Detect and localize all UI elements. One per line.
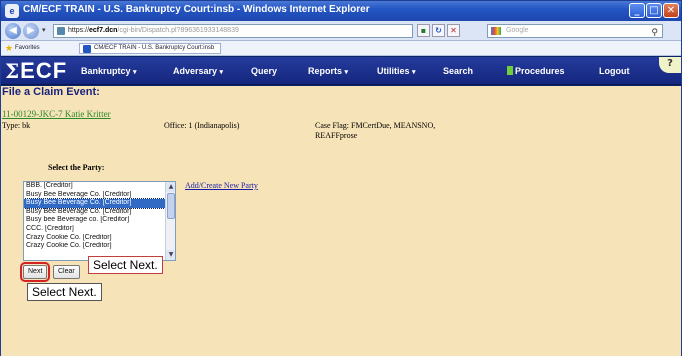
ecf-menu-bar: ΣECF Bankruptcy ▾ Adversary ▾ Query Repo… [1, 57, 681, 85]
procedures-icon [507, 66, 513, 75]
menu-procedures-label: Procedures [515, 66, 565, 76]
back-button[interactable]: ◀ [5, 23, 21, 39]
menu-procedures[interactable]: Procedures [507, 66, 565, 76]
url-scheme: https:// [68, 27, 90, 34]
party-option[interactable]: CCC. [Creditor] [24, 225, 165, 234]
favorites-bar: ★ Favorites CM/ECF TRAIN - U.S. Bankrupt… [1, 41, 681, 56]
menu-adversary-label: Adversary [173, 66, 218, 76]
search-placeholder: Google [506, 27, 529, 34]
address-toolbar: ◀ ▶ ▾ https://ecf7.dcn/cgi-bin/Dispatch.… [1, 21, 681, 41]
security-lock-icon[interactable]: ▪ [417, 24, 430, 37]
chevron-down-icon: ▾ [219, 69, 224, 76]
party-option[interactable]: Crazy Cookie Co. [Creditor] [24, 242, 165, 251]
browser-window: e CM/ECF TRAIN - U.S. Bankruptcy Court:i… [0, 0, 682, 356]
ie-logo-icon: e [5, 4, 19, 18]
address-actions: ▪ ↻ ✕ [417, 24, 460, 37]
menu-query[interactable]: Query [251, 66, 277, 76]
maximize-button[interactable]: □ [646, 3, 662, 18]
url-host: ecf7.dcn [89, 27, 118, 34]
address-input[interactable]: https://ecf7.dcn/cgi-bin/Dispatch.pl?896… [53, 24, 413, 38]
party-option[interactable]: BBB. [Creditor] [24, 182, 165, 191]
recent-pages-dropdown-icon[interactable]: ▾ [42, 26, 46, 34]
page-title: File a Claim Event: [2, 86, 100, 98]
case-type: Type: bk [2, 121, 31, 130]
party-option[interactable]: Busy Bee Beverage Co. [Creditor] [24, 208, 165, 217]
minimize-button[interactable]: _ [629, 3, 645, 18]
tab-favicon-icon [83, 45, 91, 53]
scroll-up-icon[interactable]: ▲ [166, 182, 175, 192]
menu-reports[interactable]: Reports ▾ [308, 66, 348, 76]
search-go-icon[interactable]: ⚲ [651, 28, 658, 38]
menu-reports-label: Reports [308, 66, 343, 76]
page-content: File a Claim Event: 11-00129-JKC-7 Katie… [1, 86, 681, 356]
chevron-down-icon: ▾ [344, 69, 349, 76]
add-create-party-link[interactable]: Add/Create New Party [185, 181, 258, 190]
menu-adversary[interactable]: Adversary ▾ [173, 66, 223, 76]
refresh-icon[interactable]: ↻ [432, 24, 445, 37]
help-icon[interactable]: ? [659, 57, 681, 73]
browser-tab[interactable]: CM/ECF TRAIN - U.S. Bankruptcy Court:ins… [79, 43, 222, 54]
scroll-thumb[interactable] [167, 193, 175, 219]
case-office: Office: 1 (Indianapolis) [164, 121, 240, 130]
party-option[interactable]: Busy Bee Beverage Co. [Creditor] [24, 191, 165, 200]
search-input[interactable]: Google ⚲ [487, 24, 663, 38]
ecf-logo-text: ECF [20, 58, 68, 83]
ecf-logo-symbol: Σ [5, 59, 21, 83]
menu-bankruptcy[interactable]: Bankruptcy ▾ [81, 66, 137, 76]
title-bar: e CM/ECF TRAIN - U.S. Bankruptcy Court:i… [1, 1, 681, 21]
instruction-callout: Select Next. [88, 256, 163, 274]
page-icon [57, 27, 65, 35]
case-number-link[interactable]: 11-00129-JKC-7 Katie Kritter [2, 109, 111, 119]
menu-bankruptcy-label: Bankruptcy [81, 66, 131, 76]
window-title: CM/ECF TRAIN - U.S. Bankruptcy Court:ins… [23, 4, 370, 15]
party-option[interactable]: Crazy Cookie Co. [Creditor] [24, 234, 165, 243]
clear-button[interactable]: Clear [53, 265, 80, 279]
close-button[interactable]: ✕ [663, 3, 679, 18]
menu-logout[interactable]: Logout [599, 66, 630, 76]
select-party-label: Select the Party: [48, 163, 105, 172]
ecf-logo[interactable]: ΣECF [5, 58, 68, 84]
window-controls: _ □ ✕ [629, 3, 679, 18]
next-button[interactable]: Next [19, 262, 51, 282]
url-path: /cgi-bin/Dispatch.pl?896361933148839 [117, 27, 239, 34]
forward-button[interactable]: ▶ [23, 23, 39, 39]
google-icon [491, 27, 501, 35]
party-select-list[interactable]: BBB. [Creditor] Busy Bee Beverage Co. [C… [23, 181, 176, 261]
party-list-scrollbar[interactable]: ▲ ▼ [165, 182, 175, 260]
tab-title: CM/ECF TRAIN - U.S. Bankruptcy Court:ins… [94, 45, 215, 51]
menu-utilities[interactable]: Utilities ▾ [377, 66, 416, 76]
favorites-star-icon[interactable]: ★ [5, 43, 13, 54]
instruction-callout: Select Next. [27, 283, 102, 301]
party-option-selected[interactable]: Busy Bee Beverage Co. [Creditor] [24, 198, 166, 209]
favorites-button[interactable]: Favorites [15, 45, 40, 51]
stop-icon[interactable]: ✕ [447, 24, 460, 37]
scroll-down-icon[interactable]: ▼ [166, 250, 175, 260]
menu-utilities-label: Utilities [377, 66, 410, 76]
menu-search[interactable]: Search [443, 66, 473, 76]
chevron-down-icon: ▾ [133, 69, 137, 76]
party-option[interactable]: Busy bee Beverage co. [Creditor] [24, 216, 165, 225]
case-flags: Case Flag: FMCertDue, MEANSNO, REAFFpros… [315, 121, 436, 140]
chevron-down-icon: ▾ [412, 69, 416, 76]
